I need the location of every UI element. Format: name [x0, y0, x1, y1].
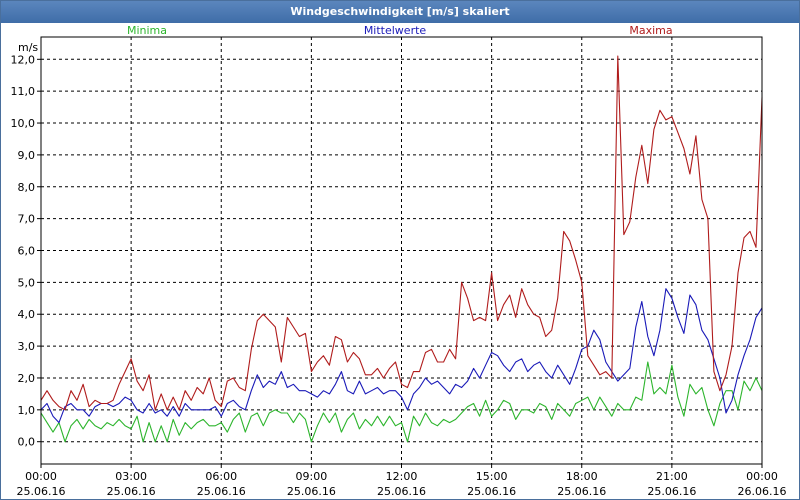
x-tick-date-label: 26.06.16	[738, 485, 787, 498]
x-tick-time-label: 12:00	[386, 470, 418, 483]
x-tick-time-label: 03:00	[115, 470, 147, 483]
x-tick-date-label: 25.06.16	[107, 485, 156, 498]
x-tick-date-label: 25.06.16	[287, 485, 336, 498]
chart-window: Windgeschwindigkeit [m/s] skaliert 0,0 1,…	[0, 0, 800, 500]
x-tick-date-label: 25.06.16	[467, 485, 516, 498]
x-tick-time-label: 00:00	[25, 470, 57, 483]
y-tick-label: 3,0	[18, 340, 36, 353]
x-tick-date-label: 25.06.16	[647, 485, 696, 498]
wind-speed-chart: 0,0 1,0 2,0 3,0 4,0 5,0 6,0 7,0 8,0 9,0 10,0 11,0 12…	[11, 24, 787, 498]
series-label-minima: Minima	[127, 24, 167, 37]
y-tick-label: 7,0	[18, 213, 36, 226]
y-tick-label: 2,0	[18, 372, 36, 385]
y-tick-label: 8,0	[18, 181, 36, 194]
x-tick-time-label: 09:00	[296, 470, 328, 483]
y-tick-label: 0,0	[18, 436, 36, 449]
x-tick-time-label: 15:00	[476, 470, 508, 483]
y-tick-label: 12,0	[11, 53, 36, 66]
y-tick-label: 10,0	[11, 117, 36, 130]
x-tick-date-label: 25.06.16	[377, 485, 426, 498]
y-tick-label: 1,0	[18, 404, 36, 417]
y-tick-label: 11,0	[11, 85, 36, 98]
x-tick-time-label: 00:00	[746, 470, 778, 483]
x-tick-date-label: 25.06.16	[557, 485, 606, 498]
x-tick-time-label: 06:00	[205, 470, 237, 483]
y-tick-label: 4,0	[18, 308, 36, 321]
series-label-mittelwerte: Mittelwerte	[364, 24, 427, 37]
x-tick-date-label: 25.06.16	[197, 485, 246, 498]
y-tick-label: 9,0	[18, 149, 36, 162]
y-tick-label: 5,0	[18, 276, 36, 289]
series-label-maxima: Maxima	[629, 24, 672, 37]
x-tick-date-label: 25.06.16	[17, 485, 66, 498]
y-axis-label: m/s	[18, 41, 38, 54]
x-tick-time-label: 21:00	[656, 470, 688, 483]
y-tick-label: 6,0	[18, 245, 36, 258]
x-tick-time-label: 18:00	[566, 470, 598, 483]
